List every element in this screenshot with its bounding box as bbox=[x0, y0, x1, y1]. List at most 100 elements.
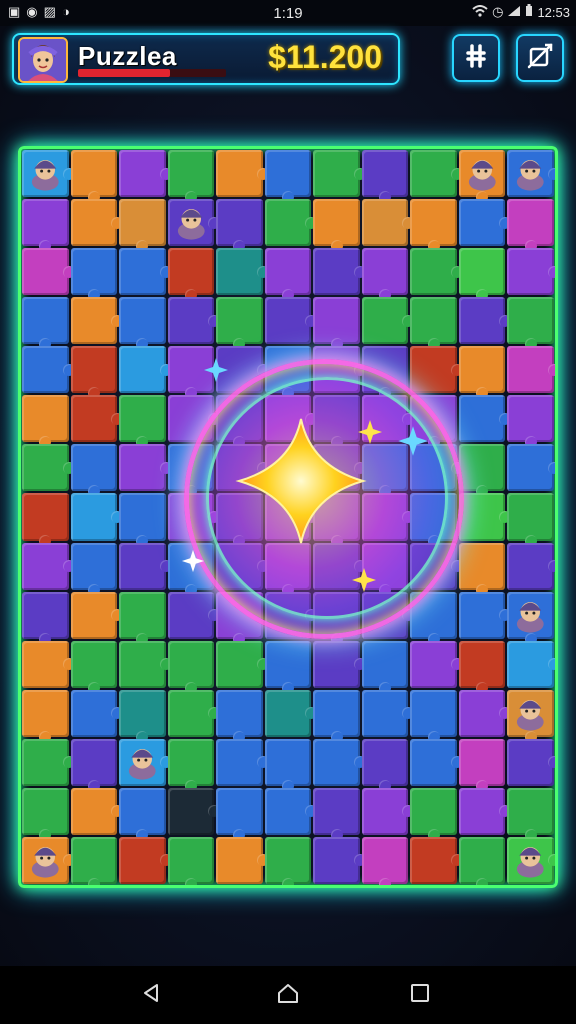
puzzle-piece[interactable] bbox=[361, 297, 415, 345]
puzzle-piece[interactable] bbox=[313, 787, 360, 841]
puzzle-piece[interactable] bbox=[119, 150, 172, 198]
puzzle-piece[interactable] bbox=[410, 493, 457, 547]
puzzle-piece[interactable] bbox=[22, 542, 75, 590]
avatar[interactable] bbox=[18, 37, 68, 83]
puzzle-piece[interactable] bbox=[216, 297, 263, 351]
puzzle-piece[interactable] bbox=[410, 640, 463, 688]
puzzle-piece[interactable] bbox=[410, 836, 463, 884]
puzzle-piece[interactable] bbox=[216, 346, 269, 394]
puzzle-piece[interactable] bbox=[410, 297, 457, 351]
puzzle-piece[interactable] bbox=[264, 346, 312, 400]
puzzle-piece[interactable] bbox=[507, 395, 554, 449]
puzzle-piece[interactable] bbox=[410, 150, 463, 198]
puzzle-piece[interactable] bbox=[70, 444, 118, 498]
puzzle-piece[interactable] bbox=[216, 836, 269, 884]
puzzle-piece[interactable] bbox=[361, 199, 415, 247]
puzzle-piece[interactable] bbox=[119, 444, 172, 492]
puzzle-piece[interactable] bbox=[167, 542, 215, 596]
puzzle-piece[interactable] bbox=[70, 689, 124, 737]
puzzle-piece[interactable] bbox=[70, 297, 124, 345]
puzzle-piece[interactable] bbox=[216, 248, 269, 296]
puzzle-piece[interactable] bbox=[361, 689, 415, 737]
puzzle-piece[interactable] bbox=[70, 542, 118, 596]
puzzle-piece[interactable] bbox=[167, 150, 215, 204]
hint-button[interactable] bbox=[516, 34, 564, 82]
puzzle-piece[interactable] bbox=[119, 297, 166, 351]
puzzle-piece[interactable] bbox=[507, 542, 555, 590]
puzzle-piece[interactable] bbox=[458, 738, 506, 792]
puzzle-piece[interactable] bbox=[119, 591, 166, 645]
puzzle-piece[interactable] bbox=[313, 836, 366, 884]
puzzle-piece[interactable] bbox=[119, 640, 172, 688]
puzzle-piece[interactable] bbox=[361, 248, 409, 302]
puzzle-piece[interactable] bbox=[167, 640, 215, 694]
back-button[interactable] bbox=[136, 980, 166, 1010]
puzzle-piece[interactable] bbox=[119, 689, 166, 743]
puzzle-piece[interactable] bbox=[70, 640, 118, 694]
puzzle-piece[interactable] bbox=[216, 738, 269, 786]
puzzle-piece[interactable] bbox=[361, 787, 415, 835]
puzzle-piece[interactable] bbox=[458, 591, 512, 639]
puzzle-piece[interactable] bbox=[458, 248, 506, 302]
puzzle-piece[interactable] bbox=[507, 738, 555, 786]
puzzle-piece[interactable] bbox=[264, 591, 318, 639]
puzzle-piece[interactable] bbox=[313, 248, 366, 296]
puzzle-piece[interactable] bbox=[313, 150, 366, 198]
puzzle-piece[interactable] bbox=[167, 738, 215, 792]
puzzle-piece[interactable] bbox=[167, 444, 215, 498]
puzzle-piece[interactable] bbox=[361, 640, 409, 694]
puzzle-piece[interactable] bbox=[410, 591, 457, 645]
puzzle-piece[interactable] bbox=[70, 199, 124, 247]
puzzle-piece[interactable] bbox=[70, 836, 118, 885]
puzzle-piece[interactable] bbox=[216, 689, 263, 743]
puzzle-piece[interactable] bbox=[119, 542, 172, 590]
puzzle-piece[interactable] bbox=[507, 640, 555, 688]
puzzle-piece[interactable] bbox=[264, 787, 318, 835]
puzzle-piece[interactable] bbox=[458, 836, 506, 885]
puzzle-piece[interactable] bbox=[458, 346, 506, 400]
puzzle-piece[interactable] bbox=[119, 248, 172, 296]
puzzle-piece[interactable] bbox=[70, 395, 124, 443]
puzzle-piece[interactable] bbox=[264, 689, 318, 737]
puzzle-piece[interactable] bbox=[22, 591, 69, 645]
glowing-star-icon[interactable] bbox=[231, 411, 371, 551]
puzzle-piece[interactable] bbox=[410, 542, 463, 590]
puzzle-piece[interactable] bbox=[458, 297, 512, 345]
puzzle-piece[interactable] bbox=[361, 346, 409, 400]
puzzle-piece[interactable] bbox=[361, 738, 409, 792]
puzzle-piece[interactable] bbox=[70, 787, 124, 835]
puzzle-piece[interactable] bbox=[119, 493, 166, 547]
puzzle-piece[interactable] bbox=[410, 248, 463, 296]
puzzle-piece[interactable] bbox=[70, 591, 124, 639]
puzzle-piece[interactable] bbox=[361, 150, 409, 204]
puzzle-piece[interactable] bbox=[119, 346, 172, 394]
puzzle-piece[interactable] bbox=[313, 591, 360, 645]
puzzle-piece[interactable] bbox=[264, 248, 312, 302]
puzzle-piece[interactable] bbox=[264, 640, 312, 694]
puzzle-piece[interactable] bbox=[410, 346, 463, 394]
puzzle-piece[interactable] bbox=[167, 689, 221, 737]
puzzle-piece[interactable] bbox=[22, 199, 69, 253]
puzzle-piece[interactable] bbox=[410, 444, 463, 492]
puzzle-piece[interactable] bbox=[410, 395, 457, 449]
puzzle-piece[interactable] bbox=[264, 836, 312, 885]
puzzle-piece[interactable] bbox=[70, 346, 118, 400]
puzzle-piece[interactable] bbox=[264, 199, 318, 247]
puzzle-piece[interactable] bbox=[119, 836, 172, 884]
puzzle-piece[interactable] bbox=[22, 395, 69, 449]
puzzle-piece[interactable] bbox=[167, 297, 221, 345]
puzzle-piece[interactable] bbox=[507, 346, 555, 394]
puzzle-piece[interactable] bbox=[119, 787, 166, 841]
puzzle-piece[interactable] bbox=[507, 493, 554, 547]
puzzle-piece[interactable] bbox=[22, 640, 75, 688]
puzzle-piece[interactable] bbox=[507, 248, 555, 296]
puzzle-piece[interactable] bbox=[119, 199, 166, 253]
puzzle-piece[interactable] bbox=[507, 787, 554, 841]
puzzle-piece[interactable] bbox=[313, 738, 366, 786]
puzzle-piece[interactable] bbox=[410, 787, 457, 841]
puzzle-piece[interactable] bbox=[507, 444, 555, 492]
puzzle-piece[interactable] bbox=[22, 493, 69, 547]
shuffle-button[interactable] bbox=[452, 34, 500, 82]
puzzle-piece[interactable] bbox=[167, 346, 215, 400]
puzzle-piece[interactable] bbox=[167, 836, 215, 885]
